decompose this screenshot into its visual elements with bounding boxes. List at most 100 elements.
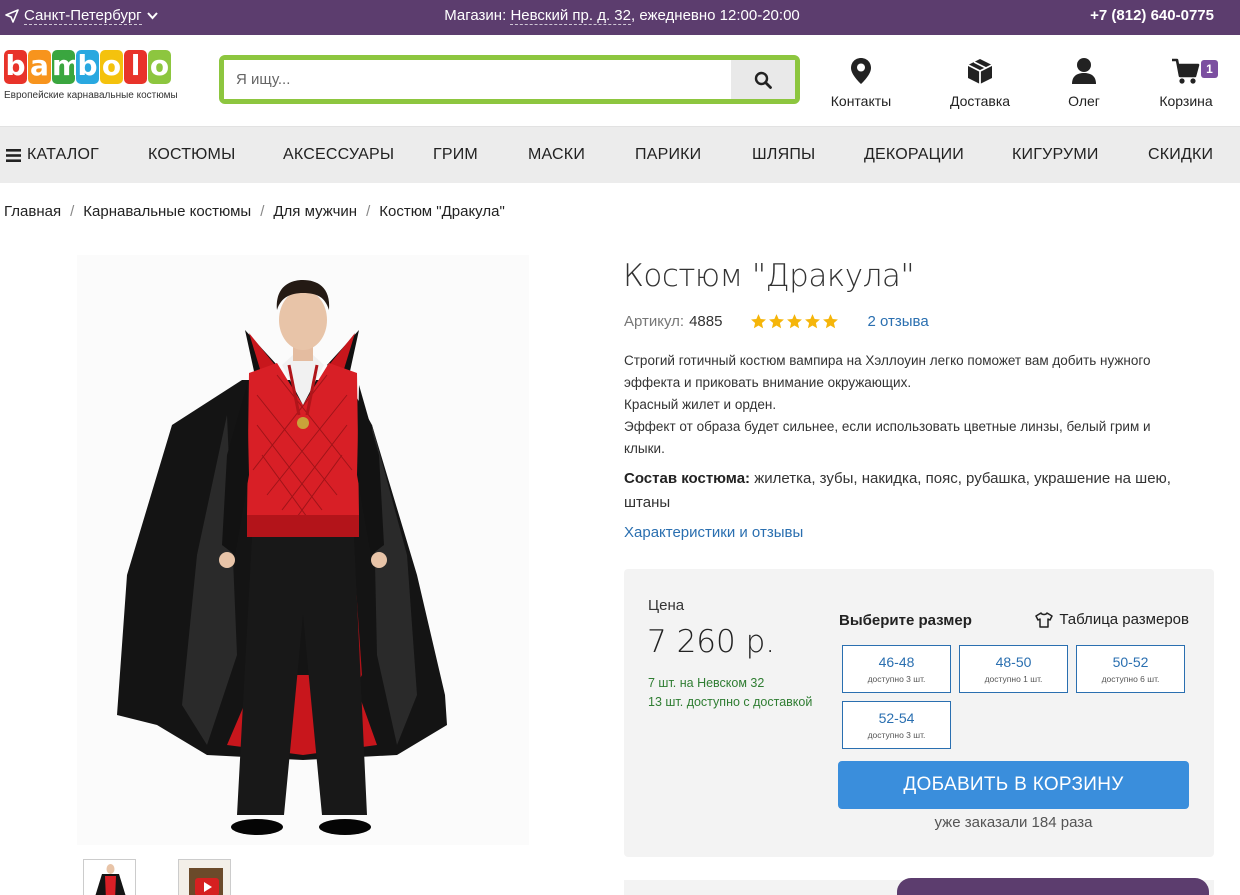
product-meta: Артикул: 4885 2 отзыва (624, 313, 929, 330)
logo-letter: o (100, 49, 123, 84)
size-option-48-50[interactable]: 48-50 доступно 1 шт. (959, 645, 1068, 693)
nav-catalog-label: КАТАЛОГ (27, 146, 100, 163)
logo-letter: a (28, 50, 51, 84)
stock-store: 7 шт. на Невском 32 (648, 676, 765, 690)
order-count: уже заказали 184 раза (934, 814, 1093, 831)
site-header: bambolo Европейские карнавальные костюмы… (0, 35, 1240, 127)
breadcrumb-separator: / (260, 203, 265, 220)
logo-tagline: Европейские карнавальные костюмы (4, 90, 178, 101)
video-thumbnail-image (179, 860, 230, 895)
size-value: 52-54 (878, 710, 915, 726)
thumbnail-video[interactable] (178, 859, 231, 895)
cart-icon (1172, 58, 1200, 84)
search-bar (219, 55, 800, 104)
contacts-label: Контакты (830, 93, 892, 109)
price-label: Цена (648, 597, 685, 614)
phone-number[interactable]: +7 (812) 640-0775 (1090, 7, 1214, 24)
article-label: Артикул: (624, 313, 685, 330)
user-icon (1072, 58, 1096, 84)
nav-item-sale[interactable]: СКИДКИ (1148, 146, 1213, 164)
nav-item-kigurumi[interactable]: КИГУРУМИ (1012, 146, 1099, 164)
cart-label: Корзина (1159, 93, 1213, 109)
logo[interactable]: bambolo Европейские карнавальные костюмы (4, 50, 199, 101)
size-availability: доступно 1 шт. (984, 674, 1043, 684)
logo-letter: m (52, 49, 82, 84)
search-icon (754, 71, 772, 89)
delivery-label: Доставка (949, 93, 1011, 109)
size-selector-title: Выберите размер (839, 612, 972, 629)
rating-stars (750, 313, 839, 330)
breadcrumb-men[interactable]: Для мужчин (273, 203, 357, 220)
nav-item-masks[interactable]: МАСКИ (528, 146, 585, 164)
size-option-46-48[interactable]: 46-48 доступно 3 шт. (842, 645, 951, 693)
store-prefix: Магазин: (444, 7, 507, 24)
star-icon (823, 314, 839, 329)
search-button[interactable] (731, 60, 795, 99)
size-option-52-54[interactable]: 52-54 доступно 3 шт. (842, 701, 951, 749)
size-value: 50-52 (1112, 654, 1149, 670)
product-description: Строгий готичный костюм вампира на Хэлло… (624, 353, 1151, 456)
product-composition: Состав костюма: жилетка, зубы, накидка, … (624, 467, 1204, 515)
size-table-label: Таблица размеров (1059, 611, 1189, 628)
dracula-costume-illustration (77, 255, 529, 845)
account-link[interactable]: Олег (1034, 55, 1134, 109)
reviews-link[interactable]: 2 отзыва (867, 313, 928, 330)
nav-item-hats[interactable]: ШЛЯПЫ (752, 146, 815, 164)
contacts-link[interactable]: Контакты (811, 55, 911, 109)
thumbnail-1[interactable] (83, 859, 136, 895)
add-to-cart-button[interactable]: ДОБАВИТЬ В КОРЗИНУ (838, 761, 1189, 809)
composition-label: Состав костюма: (624, 470, 751, 487)
logo-letter: o (148, 49, 171, 84)
nav-item-costumes[interactable]: КОСТЮМЫ (148, 146, 235, 164)
cart-link[interactable]: Корзина 1 (1136, 55, 1236, 109)
nav-item-accessories[interactable]: АКСЕССУАРЫ (283, 146, 394, 164)
store-info: Магазин: Невский пр. д. 32, ежедневно 12… (0, 7, 1240, 25)
star-icon (769, 314, 785, 329)
breadcrumb-costumes[interactable]: Карнавальные костюмы (83, 203, 251, 220)
nav-item-makeup[interactable]: ГРИМ (433, 146, 478, 164)
article-number: 4885 (689, 313, 723, 330)
breadcrumb-home[interactable]: Главная (4, 203, 61, 220)
breadcrumb-current: Костюм "Дракула" (379, 203, 505, 220)
size-table-link[interactable]: Таблица размеров (1035, 611, 1189, 628)
nav-catalog[interactable]: КАТАЛОГ (6, 146, 99, 164)
cart-count-badge: 1 (1201, 60, 1218, 78)
tshirt-icon (1035, 611, 1054, 628)
breadcrumb-separator: / (366, 203, 371, 220)
star-icon (805, 314, 821, 329)
size-value: 46-48 (878, 654, 915, 670)
account-label: Олег (1068, 93, 1100, 109)
size-availability: доступно 3 шт. (867, 730, 926, 740)
size-availability: доступно 6 шт. (1101, 674, 1160, 684)
store-address-link[interactable]: Невский пр. д. 32 (510, 7, 631, 25)
box-icon (967, 59, 993, 84)
hamburger-icon (6, 148, 21, 162)
star-icon (751, 314, 767, 329)
size-availability: доступно 3 шт. (867, 674, 926, 684)
nav-item-decorations[interactable]: ДЕКОРАЦИИ (864, 146, 964, 164)
logo-wordmark: bambolo (4, 50, 199, 84)
logo-letter: l (124, 50, 147, 84)
map-pin-icon (851, 58, 871, 84)
nav-item-wigs[interactable]: ПАРИКИ (635, 146, 701, 164)
breadcrumb: Главная / Карнавальные костюмы / Для муж… (4, 203, 505, 220)
logo-letter: b (76, 49, 99, 84)
star-icon (787, 314, 803, 329)
product-title: Костюм "Дракула" (623, 258, 915, 294)
search-input[interactable] (224, 60, 731, 99)
breadcrumb-separator: / (70, 203, 75, 220)
stock-delivery: 13 шт. доступно с доставкой (648, 695, 813, 709)
top-bar: Санкт-Петербург Магазин: Невский пр. д. … (0, 0, 1240, 35)
main-nav: КАТАЛОГ КОСТЮМЫ АКСЕССУАРЫ ГРИМ МАСКИ ПА… (0, 127, 1240, 183)
product-main-image[interactable] (77, 255, 529, 845)
store-hours: , ежедневно 12:00-20:00 (630, 7, 800, 24)
logo-letter: b (4, 49, 27, 84)
characteristics-link[interactable]: Характеристики и отзывы (624, 524, 803, 541)
delivery-link[interactable]: Доставка (930, 55, 1030, 109)
chat-widget[interactable] (897, 878, 1209, 895)
thumbnail-image (84, 860, 135, 895)
purchase-panel: Цена 7 260 р. 7 шт. на Невском 32 13 шт.… (624, 569, 1214, 857)
size-option-50-52[interactable]: 50-52 доступно 6 шт. (1076, 645, 1185, 693)
size-value: 48-50 (995, 654, 1032, 670)
price-value: 7 260 р. (647, 624, 776, 660)
